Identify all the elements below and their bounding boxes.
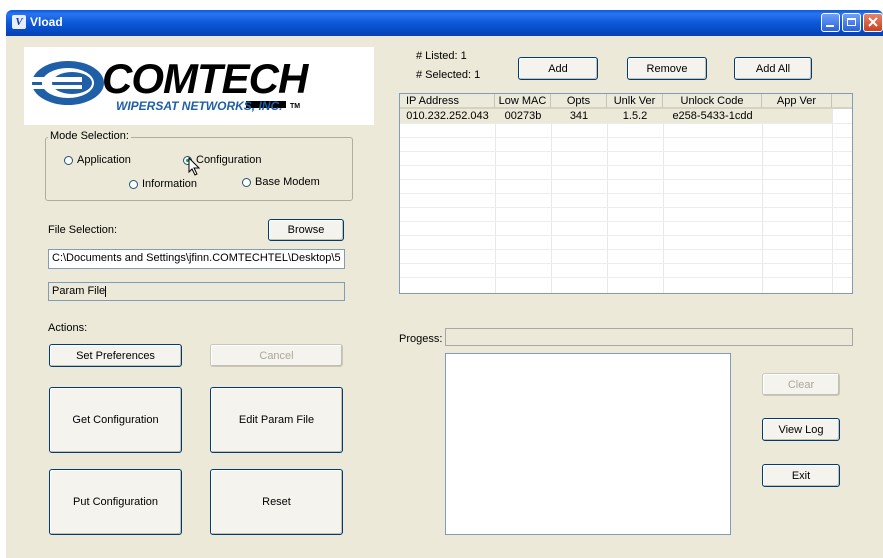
radio-application[interactable]: Application — [64, 154, 131, 166]
listed-count: # Listed: 1 — [416, 50, 467, 62]
get-configuration-button[interactable]: Get Configuration — [49, 387, 182, 453]
column-header-opts[interactable]: Opts — [551, 94, 607, 109]
close-button[interactable] — [863, 13, 883, 32]
minimize-button[interactable] — [821, 13, 840, 32]
radio-base-modem[interactable]: Base Modem — [242, 176, 320, 188]
comtech-logo: COMTECH WIPERSAT NETWORKS, INC. TM — [24, 47, 374, 125]
dialog-client-area: COMTECH WIPERSAT NETWORKS, INC. TM Mode … — [6, 36, 883, 558]
column-header-low-mac[interactable]: Low MAC — [495, 94, 551, 109]
window-title: Vload — [30, 15, 63, 29]
column-header-unlk-ver[interactable]: Unlk Ver — [607, 94, 663, 109]
progress-label: Progess: — [399, 333, 443, 345]
cancel-button[interactable]: Cancel — [210, 344, 343, 367]
minimize-icon — [826, 25, 834, 27]
add-button[interactable]: Add — [518, 57, 598, 80]
set-preferences-button[interactable]: Set Preferences — [49, 344, 182, 367]
edit-param-file-button[interactable]: Edit Param File — [210, 387, 343, 453]
reset-button[interactable]: Reset — [210, 469, 343, 535]
radio-button-icon — [242, 177, 251, 187]
remove-button[interactable]: Remove — [627, 57, 707, 80]
mode-selection-label: Mode Selection: — [48, 130, 131, 142]
column-header-unlock-code[interactable]: Unlock Code — [663, 94, 762, 109]
add-all-button[interactable]: Add All — [734, 57, 812, 80]
radio-button-icon — [64, 155, 73, 165]
maximize-button[interactable] — [842, 13, 861, 32]
radio-button-icon — [129, 179, 138, 189]
progress-bar — [445, 328, 853, 346]
close-icon — [868, 17, 878, 27]
view-log-button[interactable]: View Log — [762, 418, 840, 441]
radio-information[interactable]: Information — [129, 178, 197, 190]
column-header-app-ver[interactable]: App Ver — [762, 94, 832, 109]
put-configuration-button[interactable]: Put Configuration — [49, 469, 182, 535]
file-selection-label: File Selection: — [48, 224, 118, 236]
maximize-icon — [847, 18, 856, 26]
exit-button[interactable]: Exit — [762, 464, 840, 487]
title-bar[interactable]: V Vload — [6, 10, 883, 36]
logo-tm: TM — [290, 103, 301, 110]
selected-count: # Selected: 1 — [416, 69, 481, 81]
file-path-field[interactable]: C:\Documents and Settings\jfinn.COMTECHT… — [48, 249, 345, 269]
browse-button[interactable]: Browse — [268, 219, 344, 241]
log-text-area[interactable] — [445, 353, 731, 535]
app-icon: V — [12, 15, 26, 29]
param-file-field[interactable]: Param File — [48, 282, 345, 301]
column-header-blank — [832, 94, 852, 109]
mouse-cursor-icon — [188, 157, 201, 176]
logo-brand-text: COMTECH — [102, 55, 308, 102]
logo-subtitle: WIPERSAT NETWORKS, INC. — [116, 99, 283, 113]
actions-label: Actions: — [48, 322, 88, 334]
device-list-table[interactable]: IP Address Low MAC Opts Unlk Ver Unlock … — [399, 93, 853, 294]
column-header-ip-address[interactable]: IP Address — [400, 94, 495, 109]
clear-button[interactable]: Clear — [762, 373, 840, 396]
table-row[interactable]: 010.232.252.043 00273b 341 1.5.2 e258-54… — [400, 109, 832, 123]
